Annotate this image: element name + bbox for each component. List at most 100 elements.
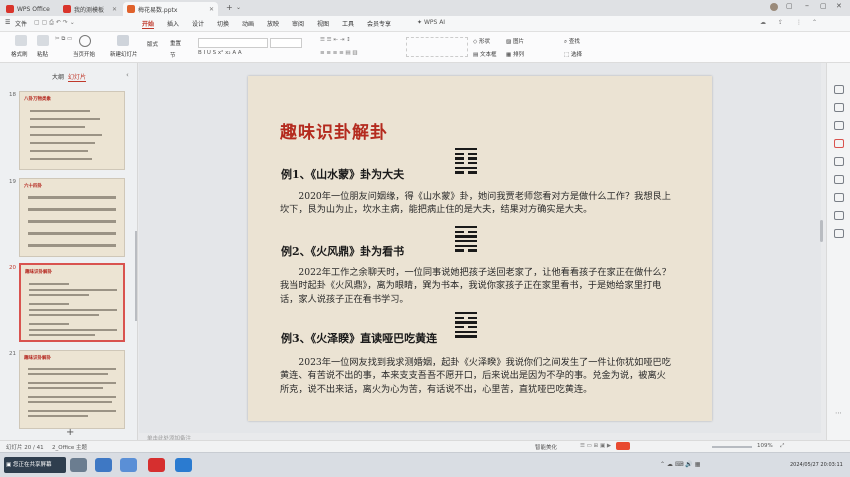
fit-window-icon[interactable]: ⤢ xyxy=(780,443,784,450)
textbox-button[interactable]: ▤ 文本框 xyxy=(473,50,496,58)
canvas-scrollbar[interactable] xyxy=(820,220,823,242)
cloud-icon[interactable]: ☁ xyxy=(760,19,766,26)
menu-slideshow[interactable]: 放映 xyxy=(267,19,279,28)
slide-20[interactable]: 趣味识卦解卦 例1、《山水蒙》卦为大夫 2020年一位朋友问姻缘，得《山水蒙》卦… xyxy=(248,76,712,421)
close-window-icon[interactable]: ✕ xyxy=(836,2,842,10)
menu-transition[interactable]: 切换 xyxy=(217,19,229,28)
tab-wps-office[interactable]: WPS Office xyxy=(2,2,57,16)
tab-outline[interactable]: 大纲 xyxy=(52,72,64,81)
close-icon[interactable]: ✕ xyxy=(209,6,214,13)
more-tools-icon[interactable]: ⋯ xyxy=(835,409,842,417)
slide-thumbnail-21[interactable]: 趣味识卦解卦 xyxy=(19,350,125,429)
wps-logo-icon xyxy=(6,5,14,13)
menu-design[interactable]: 设计 xyxy=(192,19,204,28)
cloud-sync-icon[interactable] xyxy=(834,211,844,220)
cut-copy-icons[interactable]: ✂ ⧉ ▭ xyxy=(55,36,72,43)
panel-scrollbar[interactable] xyxy=(135,231,137,321)
section-button[interactable]: 节 xyxy=(170,51,176,59)
new-slide-button[interactable]: 新建幻灯片 xyxy=(110,50,138,58)
reset-button[interactable]: 重置 xyxy=(170,39,181,47)
view-mode-icons[interactable]: ☰ ▭ ⊞ ▣ ▶ xyxy=(580,443,611,449)
smart-beautify-button[interactable]: 智能美化 xyxy=(535,443,557,451)
slide-thumbnail-20[interactable]: 趣味识卦解卦 xyxy=(19,263,125,342)
format-painter-icon[interactable] xyxy=(15,35,27,46)
minimize-icon[interactable]: – xyxy=(805,1,809,10)
thumbnail-text xyxy=(29,283,69,285)
font-style-icons[interactable]: B I U S x² x₂ A A xyxy=(198,50,242,56)
more-icon[interactable]: ⋮ xyxy=(796,19,802,26)
zoom-slider[interactable] xyxy=(712,446,752,448)
chevron-down-icon[interactable]: ⌄ xyxy=(236,4,241,11)
menu-member[interactable]: 会员专享 xyxy=(367,19,391,28)
hamburger-icon[interactable]: ☰ xyxy=(5,19,10,26)
thumbnail-text xyxy=(30,142,95,144)
slide-title: 趣味识卦解卦 xyxy=(280,123,388,143)
menu-home[interactable]: 开始 xyxy=(142,19,155,29)
design-icon[interactable] xyxy=(834,103,844,112)
collapse-panel-icon[interactable]: ‹ xyxy=(126,71,129,79)
quick-style-gallery[interactable] xyxy=(406,37,468,57)
start-search-icon[interactable] xyxy=(70,458,87,472)
play-from-current-button[interactable]: 当页开始 xyxy=(73,50,95,58)
find-button[interactable]: ⌕ 查找 xyxy=(564,37,580,46)
tab-pptx[interactable]: 梅花易数.pptx ✕ xyxy=(123,2,218,16)
theme-name[interactable]: 2_Office 主题 xyxy=(52,443,87,451)
slide-thumbnail-18[interactable]: 八卦万物类象 xyxy=(19,91,125,170)
transition-icon[interactable] xyxy=(834,157,844,166)
shape-button[interactable]: ◇ 形状 xyxy=(473,37,490,45)
share-icon[interactable]: ⇪ xyxy=(778,19,783,26)
tray-icons[interactable]: ⌃ ☁ ⌨ 🔊 ▦ xyxy=(660,461,700,468)
select-button[interactable]: ⬚ 选择 xyxy=(564,50,582,58)
close-icon[interactable]: ✕ xyxy=(112,6,117,13)
paste-button[interactable]: 粘贴 xyxy=(37,50,48,58)
right-sidebar: ⋯ xyxy=(826,63,850,452)
paragraph-list-icons[interactable]: ☰ ☰ ⇤ ⇥ ↕ xyxy=(320,37,351,43)
menu-review[interactable]: 审阅 xyxy=(292,19,304,28)
app-icon[interactable] xyxy=(95,458,112,472)
thumbnail-text xyxy=(28,415,88,417)
paste-icon[interactable] xyxy=(37,35,49,46)
collapse-ribbon-icon[interactable]: ⌃ xyxy=(812,19,817,26)
tab-slides[interactable]: 幻灯片 xyxy=(68,72,87,82)
menu-tools[interactable]: 工具 xyxy=(342,19,354,28)
animation-icon[interactable] xyxy=(834,121,844,130)
thumbnail-text xyxy=(28,373,108,375)
layout-button[interactable]: 版式 xyxy=(147,40,158,48)
picture-button[interactable]: ▨ 图片 xyxy=(506,37,524,45)
menu-view[interactable]: 视图 xyxy=(317,19,329,28)
beautify-icon[interactable] xyxy=(834,139,844,148)
avatar[interactable] xyxy=(770,3,778,11)
example-1-heading: 例1、《山水蒙》卦为大夫 xyxy=(281,168,405,181)
new-slide-icon[interactable] xyxy=(117,35,129,46)
font-size-select[interactable] xyxy=(270,38,302,48)
menu-insert[interactable]: 插入 xyxy=(167,19,179,28)
paragraph-align-icons[interactable]: ≡ ≡ ≡ ≡ ▤ ▥ xyxy=(320,50,358,56)
image-icon[interactable] xyxy=(834,175,844,184)
textbox-icon: ▤ xyxy=(473,52,480,58)
wps-ai-button[interactable]: ✦ WPS AI xyxy=(417,19,445,26)
format-painter-button[interactable]: 格式刷 xyxy=(11,50,28,58)
layout-icon[interactable]: ▢ xyxy=(786,2,793,10)
app-icon[interactable] xyxy=(175,458,192,472)
font-name-select[interactable] xyxy=(198,38,268,48)
menu-animation[interactable]: 动画 xyxy=(242,19,254,28)
quick-access-icons[interactable]: ▢ ▢ ⎙ ↶ ↷ ⌄ xyxy=(34,19,75,27)
os-taskbar: ▣ 您正在共享屏幕 ⌃ ☁ ⌨ 🔊 ▦ 2024/05/27 20:03:11 xyxy=(0,452,850,477)
sogou-ime-icon[interactable] xyxy=(616,442,630,450)
hexagram-shan-shui-meng-icon xyxy=(455,148,477,176)
play-icon[interactable] xyxy=(79,35,91,47)
add-slide-button[interactable]: + xyxy=(66,427,74,438)
template-gallery-icon[interactable] xyxy=(834,193,844,202)
zoom-level[interactable]: 109% xyxy=(757,443,773,449)
menu-file[interactable]: 文件 xyxy=(15,19,27,28)
tab-template[interactable]: 我的测模板 ✕ xyxy=(59,2,121,16)
app-icon[interactable] xyxy=(120,458,137,472)
arrange-button[interactable]: ▦ 排列 xyxy=(506,50,524,58)
wps-taskbar-icon[interactable] xyxy=(148,458,165,472)
slide-thumbnail-19[interactable]: 六十四卦 xyxy=(19,178,125,257)
settings-icon[interactable] xyxy=(834,229,844,238)
maximize-icon[interactable]: ▢ xyxy=(820,2,827,10)
property-icon[interactable] xyxy=(834,85,844,94)
new-tab-icon[interactable]: + xyxy=(226,3,233,12)
thumbnail-text xyxy=(28,410,116,412)
